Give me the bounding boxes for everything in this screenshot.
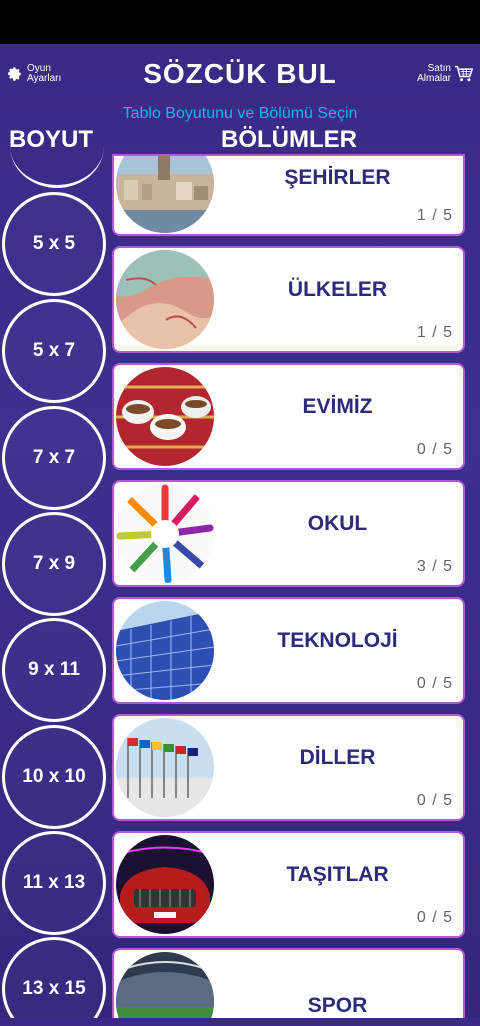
section-name: ŞEHİRLER: [284, 166, 391, 189]
section-card-sports[interactable]: SPOR: [114, 950, 463, 1026]
car-photo: [116, 835, 214, 934]
section-name: TAŞITLAR: [286, 863, 389, 886]
sections-column-heading: BÖLÜMLER: [221, 126, 357, 153]
section-card-languages[interactable]: DİLLER 0 / 5: [114, 716, 463, 819]
section-progress: 3 / 5: [416, 558, 453, 575]
section-progress: 1 / 5: [416, 207, 453, 224]
solar-panel-photo: [116, 601, 214, 700]
section-card-home[interactable]: EVİMİZ 0 / 5: [114, 365, 463, 468]
section-progress: 0 / 5: [416, 675, 453, 692]
bottom-bar: [0, 1018, 480, 1026]
size-column-heading: BOYUT: [9, 126, 93, 153]
section-name: ÜLKELER: [287, 278, 388, 301]
section-progress: 0 / 5: [416, 909, 453, 926]
section-name: OKUL: [307, 512, 368, 535]
section-card-school[interactable]: OKUL 3 / 5: [114, 482, 463, 585]
section-progress: 1 / 5: [416, 324, 453, 341]
section-name: EVİMİZ: [302, 395, 373, 418]
colored-pencils-photo: [116, 484, 214, 583]
globe-photo: [116, 250, 214, 349]
status-bar: [0, 0, 480, 44]
section-name: TEKNOLOJİ: [277, 629, 398, 652]
section-list: ŞEHİRLER 1 / 5 ÜLKELER 1 / 5 EVİMİZ 0 / …: [0, 44, 480, 1026]
section-progress: 0 / 5: [416, 441, 453, 458]
city-photo: [116, 156, 214, 233]
section-name: SPOR: [307, 994, 368, 1017]
tea-cups-photo: [116, 367, 214, 466]
flags-photo: [116, 718, 214, 817]
section-name: DİLLER: [299, 746, 376, 769]
section-card-vehicles[interactable]: TAŞITLAR 0 / 5: [114, 833, 463, 936]
section-card-technology[interactable]: TEKNOLOJİ 0 / 5: [114, 599, 463, 702]
section-card-cities[interactable]: ŞEHİRLER 1 / 5: [114, 156, 463, 234]
section-card-countries[interactable]: ÜLKELER 1 / 5: [114, 248, 463, 351]
section-progress: 0 / 5: [416, 792, 453, 809]
stadium-photo: [116, 952, 214, 1026]
app-screen: Oyun Ayarları SÖZCÜK BUL Satın Almalar T…: [0, 44, 480, 1026]
